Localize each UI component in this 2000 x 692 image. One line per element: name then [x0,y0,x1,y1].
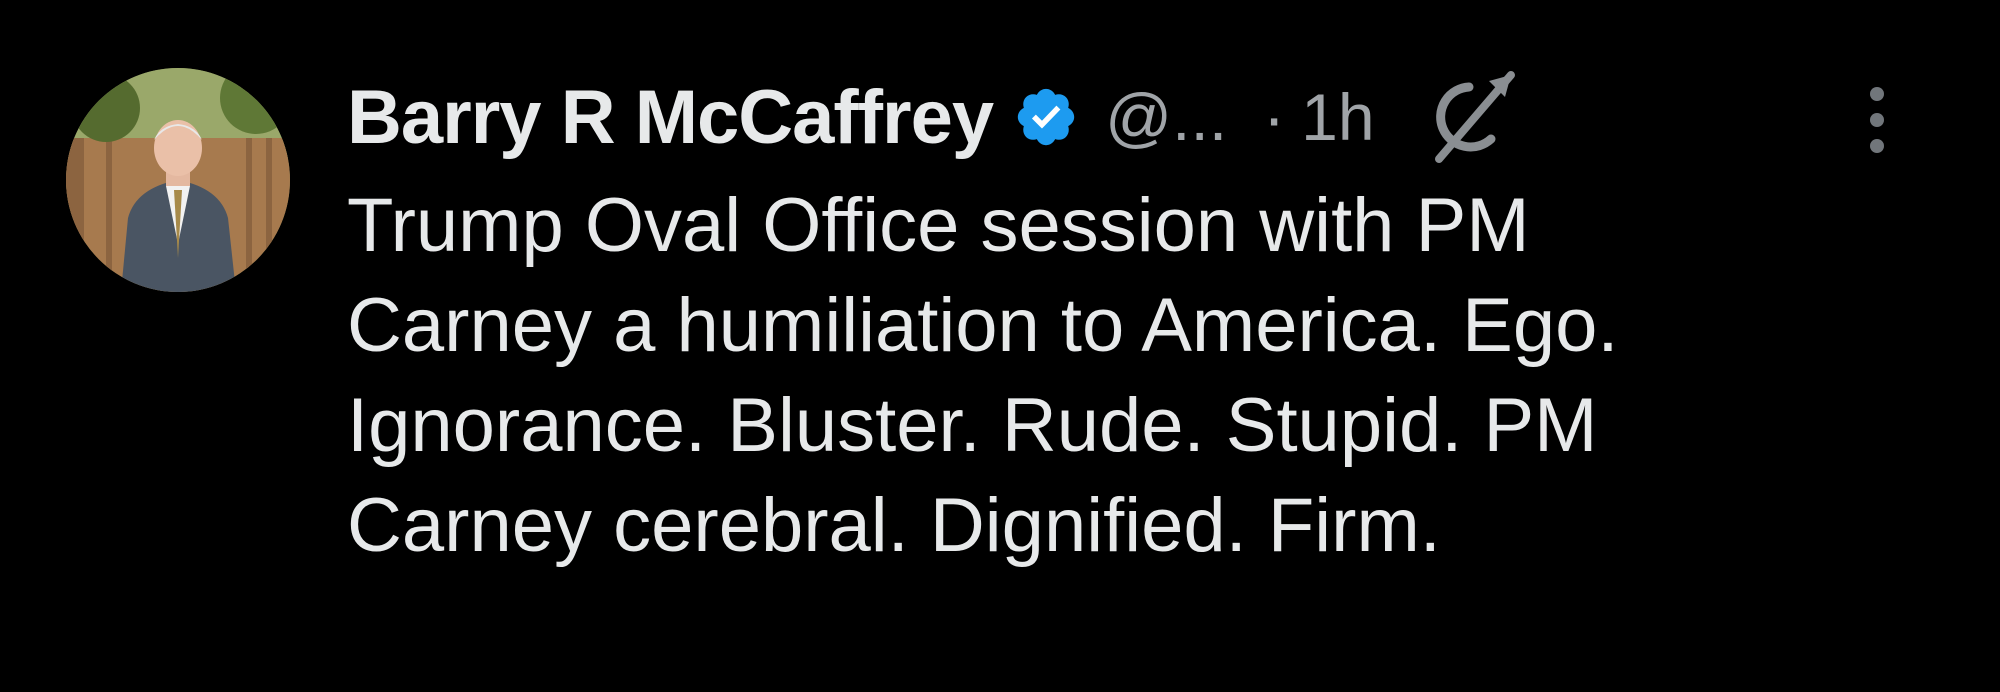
tweet[interactable]: Barry R McCaffrey @... · 1h Trump Oval O… [0,0,2000,692]
tweet-text-line: Ignorance. Bluster. Rude. Stupid. PM [347,383,1598,468]
avatar-photo [66,68,290,292]
tweet-text-line: Carney cerebral. Dignified. Firm. [347,483,1441,568]
tweet-timestamp[interactable]: 1h [1301,79,1374,155]
tweet-header: Barry R McCaffrey @... · 1h [347,62,1967,172]
more-vertical-icon[interactable] [1862,80,1892,160]
author-handle[interactable]: @... [1105,79,1227,155]
author-name[interactable]: Barry R McCaffrey [347,74,994,161]
tweet-text: Trump Oval Office session with PM Carney… [347,176,1947,576]
avatar[interactable] [66,68,290,292]
verified-badge-icon[interactable] [1013,84,1079,150]
tweet-text-line: Trump Oval Office session with PM [347,183,1530,268]
grok-icon[interactable] [1419,67,1519,167]
separator-dot: · [1263,80,1286,154]
tweet-text-line: Carney a humiliation to America. Ego. [347,283,1619,368]
